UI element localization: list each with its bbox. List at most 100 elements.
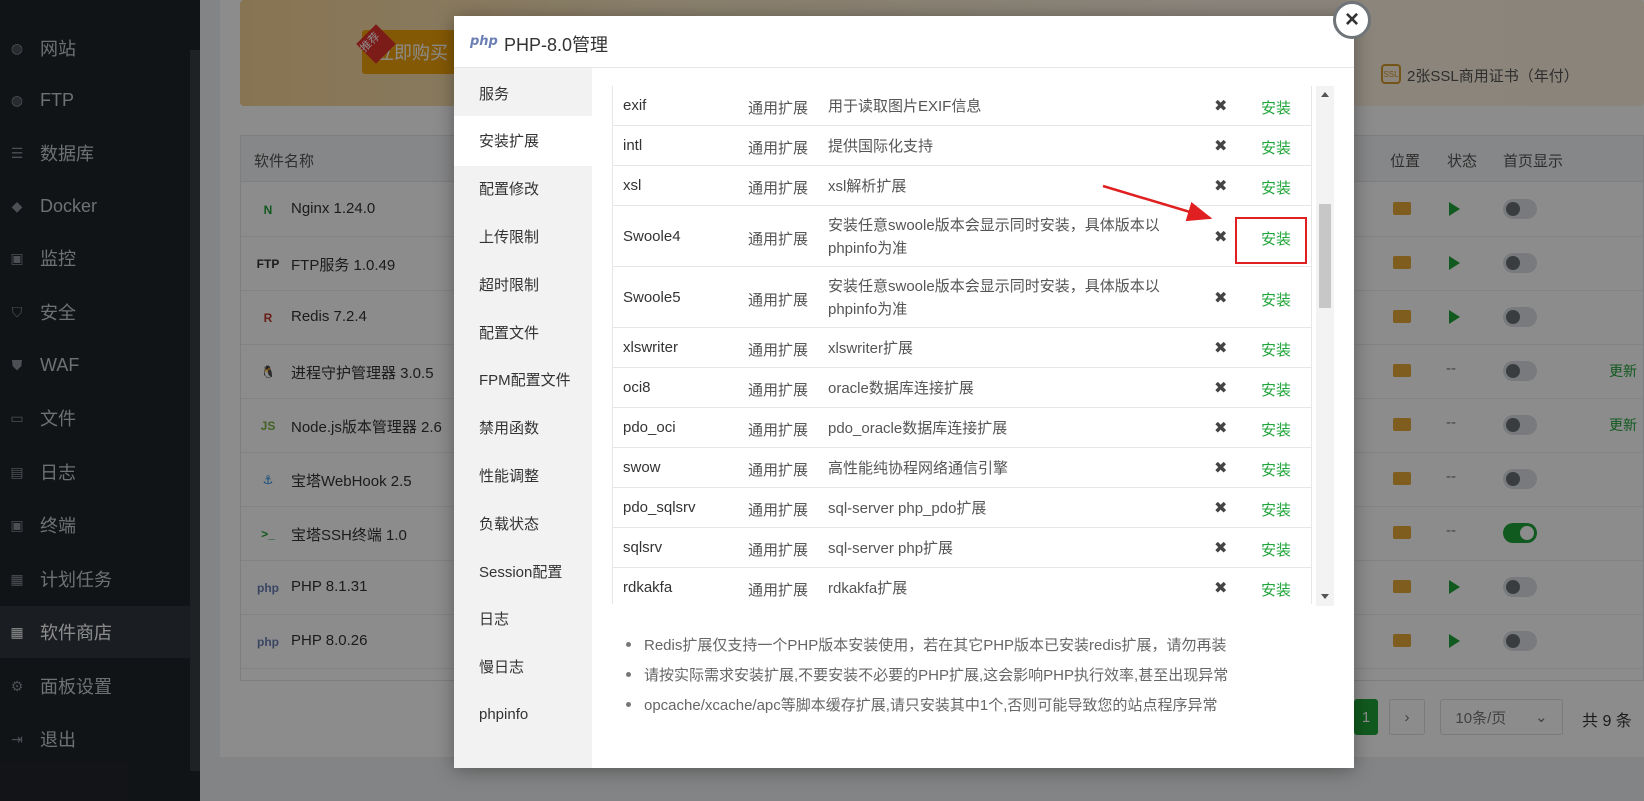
extension-type: 通用扩展 <box>748 462 809 479</box>
install-button[interactable]: 安装 <box>1261 419 1291 440</box>
dialog-menu-item[interactable]: 配置文件 <box>454 307 592 357</box>
not-installed-icon: ✖ <box>1214 98 1228 115</box>
install-button[interactable]: 安装 <box>1261 579 1291 600</box>
dialog-menu-item[interactable]: Session配置 <box>454 546 592 596</box>
dialog-menu-item[interactable]: 负载状态 <box>454 498 592 548</box>
not-installed-icon: ✖ <box>1214 460 1228 477</box>
extension-type: 通用扩展 <box>748 140 809 157</box>
extension-row: xsl 通用扩展 xsl解析扩展 ✖ 安装 <box>613 166 1311 206</box>
install-button[interactable]: 安装 <box>1261 379 1291 400</box>
extension-desc: xlswriter扩展 <box>828 340 913 357</box>
dialog-menu: 服务 安装扩展 配置修改 上传限制 超时限制 配置文件 FPM配置文件 禁用函数 性能调整 负载状… <box>454 68 592 768</box>
extension-type: 通用扩展 <box>748 231 809 248</box>
close-icon: × <box>1344 6 1359 33</box>
dialog-menu-item[interactable]: 慢日志 <box>454 642 592 692</box>
extension-type: 通用扩展 <box>748 502 809 519</box>
dialog-menu-item[interactable]: 服务 <box>454 68 592 118</box>
not-installed-icon: ✖ <box>1214 500 1228 517</box>
php-manager-dialog: php PHP-8.0管理 服务 安装扩展 配置修改 上传限制 超时限制 配置文件 FPM配… <box>454 16 1354 768</box>
extension-row: intl 通用扩展 提供国际化支持 ✖ 安装 <box>613 126 1311 166</box>
dialog-header: php PHP-8.0管理 <box>454 16 1354 68</box>
extension-desc: rdkakfa扩展 <box>828 580 908 597</box>
extension-scrollbar[interactable] <box>1316 86 1334 606</box>
extension-name: rdkakfa <box>623 579 673 596</box>
extension-desc: oracle数据库连接扩展 <box>828 380 974 397</box>
install-button[interactable]: 安装 <box>1261 459 1291 480</box>
extension-name: xlswriter <box>623 339 678 356</box>
dialog-menu-item[interactable]: 上传限制 <box>454 211 592 261</box>
extension-row: pdo_sqlsrv 通用扩展 sql-server php_pdo扩展 ✖ 安装 <box>613 488 1311 528</box>
extension-desc: 提供国际化支持 <box>828 138 934 155</box>
extension-name: Swoole4 <box>623 228 681 245</box>
extension-type: 通用扩展 <box>748 180 809 197</box>
extension-name: xsl <box>623 177 642 194</box>
dialog-menu-item[interactable]: 性能调整 <box>454 450 592 500</box>
not-installed-icon: ✖ <box>1214 229 1228 246</box>
extension-name: exif <box>623 97 647 114</box>
extension-row: pdo_oci 通用扩展 pdo_oracle数据库连接扩展 ✖ 安装 <box>613 408 1311 448</box>
not-installed-icon: ✖ <box>1214 340 1228 357</box>
extension-row: Swoole5 通用扩展 安装任意swoole版本会显示同时安装，具体版本以phpi… <box>613 267 1311 328</box>
close-dialog-button[interactable]: × <box>1333 1 1371 39</box>
extension-row: sqlsrv 通用扩展 sql-server php扩展 ✖ 安装 <box>613 528 1311 568</box>
extension-desc: 用于读取图片EXIF信息 <box>828 98 982 115</box>
not-installed-icon: ✖ <box>1214 290 1228 307</box>
extension-type: 通用扩展 <box>748 382 809 399</box>
extension-type: 通用扩展 <box>748 342 809 359</box>
not-installed-icon: ✖ <box>1214 580 1228 597</box>
install-button[interactable]: 安装 <box>1261 137 1291 158</box>
extension-name: intl <box>623 137 643 154</box>
dialog-menu-item[interactable]: 超时限制 <box>454 259 592 309</box>
extension-row: oci8 通用扩展 oracle数据库连接扩展 ✖ 安装 <box>613 368 1311 408</box>
extension-row: Swoole4 通用扩展 安装任意swoole版本会显示同时安装，具体版本以phpi… <box>613 206 1311 267</box>
install-button[interactable]: 安装 <box>1261 539 1291 560</box>
tips-list: Redis扩展仅支持一个PHP版本安装使用，若在其它PHP版本已安装redis扩… <box>624 634 1324 724</box>
extension-name: pdo_oci <box>623 419 676 436</box>
extension-desc: xsl解析扩展 <box>828 178 907 195</box>
not-installed-icon: ✖ <box>1214 178 1228 195</box>
extension-row: rdkakfa 通用扩展 rdkakfa扩展 ✖ 安装 <box>613 568 1311 604</box>
extension-type: 通用扩展 <box>748 422 809 439</box>
extension-row: swow 通用扩展 高性能纯协程网络通信引擎 ✖ 安装 <box>613 448 1311 488</box>
extension-desc: pdo_oracle数据库连接扩展 <box>828 420 1008 437</box>
extension-row: exif 通用扩展 用于读取图片EXIF信息 ✖ 安装 <box>613 86 1311 126</box>
extension-type: 通用扩展 <box>748 292 809 309</box>
install-button[interactable]: 安装 <box>1261 499 1291 520</box>
install-button[interactable]: 安装 <box>1261 177 1291 198</box>
extension-table: exif 通用扩展 用于读取图片EXIF信息 ✖ 安装 intl 通用扩展 提供国际化支持 ✖ 安… <box>612 86 1312 604</box>
dialog-menu-item[interactable]: 禁用函数 <box>454 403 592 453</box>
dialog-menu-item[interactable]: FPM配置文件 <box>454 355 592 405</box>
extension-desc: sql-server php扩展 <box>828 540 954 557</box>
dialog-menu-item[interactable]: 日志 <box>454 594 592 644</box>
install-button[interactable]: 安装 <box>1261 97 1291 118</box>
install-button[interactable]: 安装 <box>1261 339 1291 360</box>
dialog-title: PHP-8.0管理 <box>504 35 609 55</box>
extension-desc: 安装任意swoole版本会显示同时安装，具体版本以phpinfo为准 <box>828 217 1160 257</box>
highlight-box <box>1235 217 1307 264</box>
dialog-menu-item[interactable]: 安装扩展 <box>454 115 592 166</box>
not-installed-icon: ✖ <box>1214 380 1228 397</box>
tip-item: 请按实际需求安装扩展,不要安装不必要的PHP扩展,这会影响PHP执行效率,甚至出… <box>624 664 1324 694</box>
scroll-up-icon[interactable] <box>1321 92 1329 97</box>
tip-item: opcache/xcache/apc等脚本缓存扩展,请只安装其中1个,否则可能导… <box>624 694 1324 724</box>
php-logo-icon: php <box>470 34 498 49</box>
extension-type: 通用扩展 <box>748 542 809 559</box>
extension-row: xlswriter 通用扩展 xlswriter扩展 ✖ 安装 <box>613 328 1311 368</box>
extension-type: 通用扩展 <box>748 100 809 117</box>
extension-name: oci8 <box>623 379 651 396</box>
extension-name: pdo_sqlsrv <box>623 499 696 516</box>
extension-desc: 安装任意swoole版本会显示同时安装，具体版本以phpinfo为准 <box>828 278 1160 318</box>
dialog-menu-item[interactable]: 配置修改 <box>454 164 592 214</box>
scroll-down-icon[interactable] <box>1321 594 1329 599</box>
extension-desc: 高性能纯协程网络通信引擎 <box>828 460 1009 477</box>
install-button[interactable]: 安装 <box>1261 289 1291 310</box>
extension-desc: sql-server php_pdo扩展 <box>828 500 987 517</box>
extension-name: swow <box>623 459 661 476</box>
extension-name: Swoole5 <box>623 289 681 306</box>
dialog-menu-item[interactable]: phpinfo <box>454 689 592 739</box>
tip-item: Redis扩展仅支持一个PHP版本安装使用，若在其它PHP版本已安装redis扩… <box>624 634 1324 664</box>
extension-type: 通用扩展 <box>748 582 809 599</box>
extension-name: sqlsrv <box>623 539 663 556</box>
not-installed-icon: ✖ <box>1214 420 1228 437</box>
scroll-thumb[interactable] <box>1319 204 1331 308</box>
